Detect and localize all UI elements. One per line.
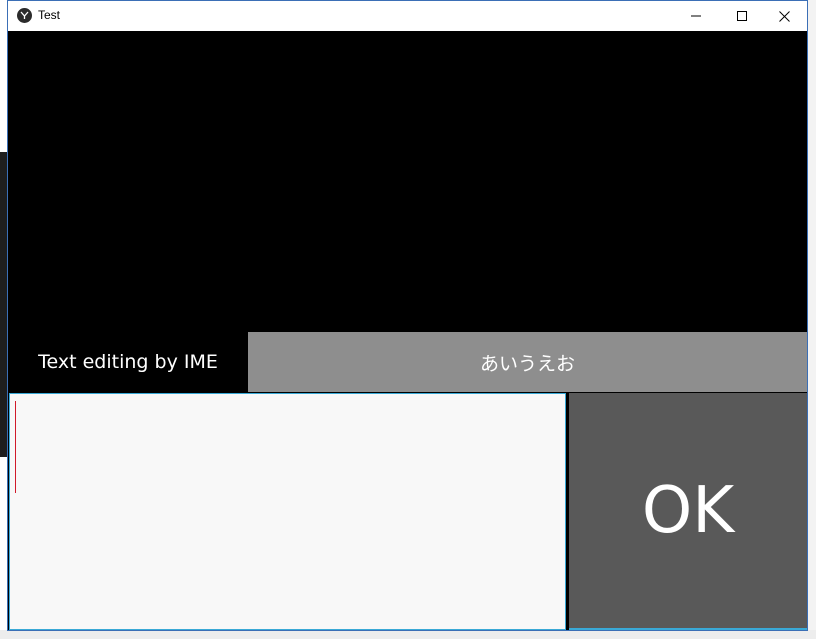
minimize-icon	[691, 15, 701, 17]
app-content: Text editing by IME あいうえお OK	[8, 31, 807, 630]
app-icon	[17, 8, 32, 23]
background-window-bottom	[0, 630, 816, 639]
ime-label: Text editing by IME	[38, 351, 218, 373]
close-icon	[778, 10, 790, 22]
close-button[interactable]	[761, 1, 807, 31]
minimize-button[interactable]	[673, 1, 719, 31]
window-title: Test	[38, 8, 61, 22]
maximize-icon	[737, 11, 747, 21]
background-window-right	[808, 0, 816, 639]
title-bar[interactable]: Test	[8, 1, 807, 31]
app-window: Test Text editing by IME あいうえお OK	[7, 0, 808, 631]
text-input[interactable]	[9, 393, 566, 630]
text-caret	[15, 401, 16, 493]
ime-composition-display: あいうえお	[248, 332, 807, 392]
ok-button[interactable]: OK	[569, 393, 807, 630]
maximize-button[interactable]	[719, 1, 765, 31]
